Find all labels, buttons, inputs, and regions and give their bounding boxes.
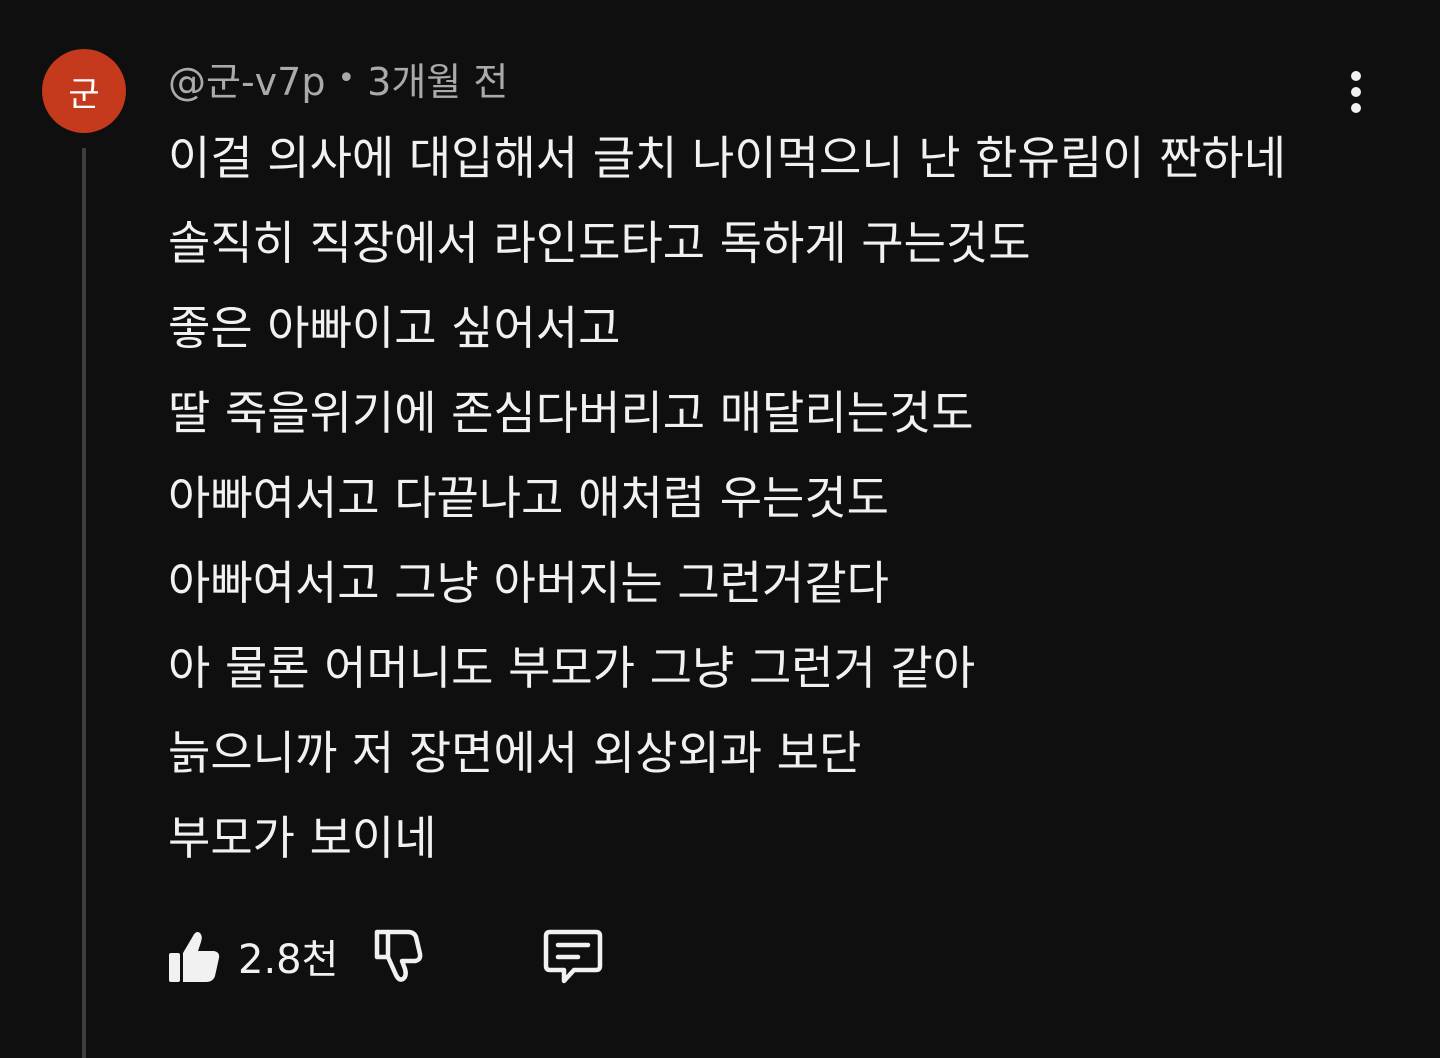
comment-line: 아빠여서고 다끝나고 애처럼 우는것도 — [168, 471, 889, 525]
comment-line: 이걸 의사에 대입해서 글치 나이먹으니 난 한유림이 짠하네 — [168, 131, 1287, 185]
comment-header: @군-v7p • 3개월 전 — [168, 52, 508, 104]
thumbs-down-icon — [375, 929, 423, 982]
comment-line: 부모가 보이네 — [168, 811, 437, 865]
avatar[interactable]: 군 — [42, 49, 126, 133]
reply-button[interactable] — [542, 926, 604, 986]
more-vertical-icon — [1351, 71, 1361, 113]
avatar-letter: 군 — [68, 74, 100, 115]
thumbs-up-icon — [169, 932, 220, 982]
comment-line: 솔직히 직장에서 라인도타고 독하게 구는것도 — [168, 216, 1031, 270]
comment-actions: 2.8천 — [168, 922, 604, 990]
comment-line: 아빠여서고 그냥 아버지는 그런거같다 — [168, 556, 889, 610]
like-count: 2.8천 — [238, 937, 339, 983]
meta-separator: • — [337, 60, 356, 96]
comment-thread: 군 @군-v7p • 3개월 전 이걸 의사에 대입해서 글치 나이먹으니 난 … — [0, 0, 1440, 1058]
thread-line — [82, 148, 86, 1058]
more-options-button[interactable] — [1330, 62, 1382, 122]
dislike-button[interactable] — [368, 926, 424, 986]
comment-body: 이걸 의사에 대입해서 글치 나이먹으니 난 한유림이 짠하네 솔직히 직장에서… — [168, 116, 1388, 881]
comment-line: 딸 죽을위기에 존심다버리고 매달리는것도 — [168, 386, 974, 440]
comment-timestamp[interactable]: 3개월 전 — [367, 51, 508, 106]
author-handle[interactable]: @군-v7p — [168, 51, 325, 106]
comment-line: 아 물론 어머니도 부모가 그냥 그런거 같아 — [168, 641, 976, 695]
comment-line: 좋은 아빠이고 싶어서고 — [168, 301, 621, 355]
reply-comment-icon — [544, 929, 603, 984]
comment-line: 늙으니까 저 장면에서 외상외과 보단 — [168, 726, 862, 780]
like-button[interactable] — [168, 926, 222, 986]
